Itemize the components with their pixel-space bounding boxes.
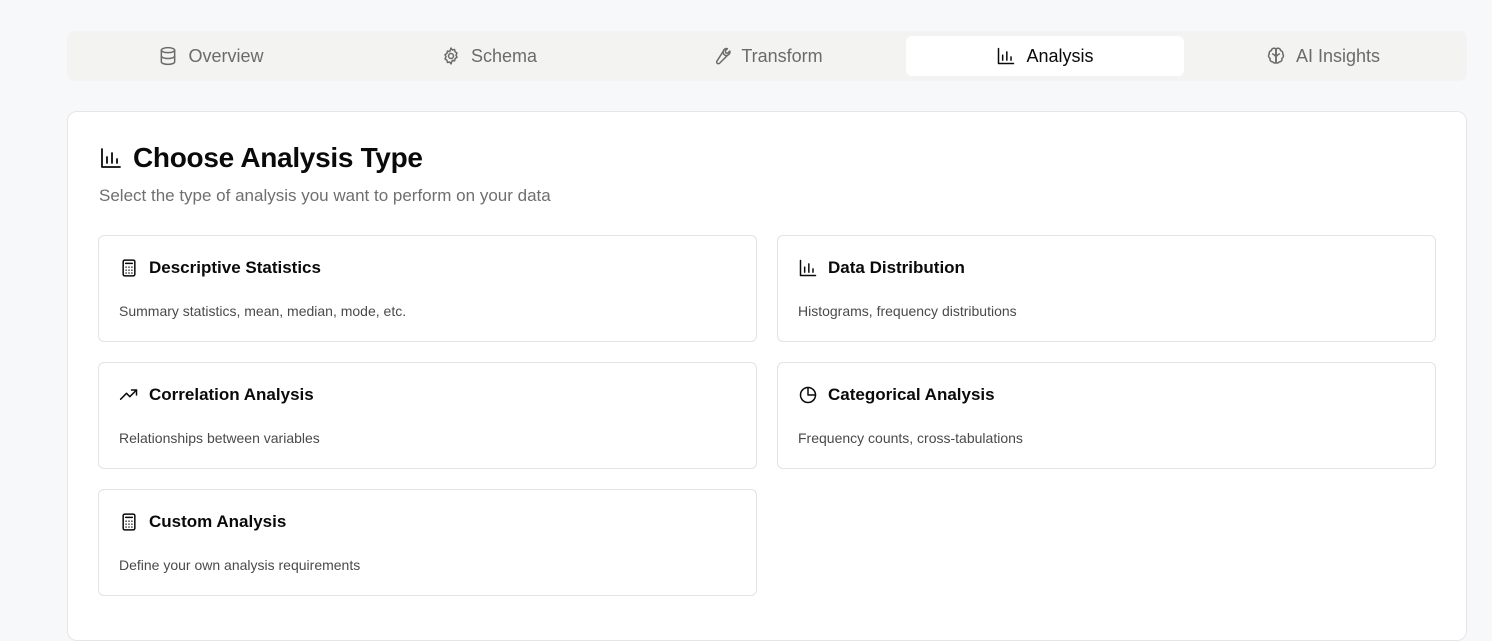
bar-chart-icon (101, 148, 121, 168)
tab-label: Schema (470, 45, 538, 66)
option-title: Categorical Analysis (828, 385, 995, 404)
analysis-panel: Choose Analysis Type Select the type of … (67, 111, 1467, 641)
tab-schema[interactable]: Schema (350, 36, 628, 76)
calculator-icon (122, 513, 136, 531)
option-description: Histograms, frequency distributions (798, 303, 1017, 319)
tab-label: Analysis (1026, 45, 1094, 66)
option-custom-analysis[interactable]: Custom Analysis Define your own analysis… (98, 489, 757, 596)
bar-chart-icon (799, 259, 817, 277)
page-subtitle: Select the type of analysis you want to … (99, 186, 551, 205)
tab-label: Transform (741, 45, 823, 66)
option-description: Define your own analysis requirements (119, 557, 361, 573)
tab-transform[interactable]: Transform (628, 36, 906, 76)
gear-icon (444, 47, 458, 65)
option-header: Data Distribution (798, 258, 965, 278)
option-header: Descriptive Statistics (119, 258, 321, 278)
panel-header: Choose Analysis Type Select the type of … (99, 142, 551, 206)
option-description: Relationships between variables (119, 430, 320, 446)
tab-ai-insights[interactable]: AI Insights (1184, 36, 1462, 76)
calculator-icon (122, 259, 136, 277)
option-descriptive-statistics[interactable]: Descriptive Statistics Summary statistic… (98, 235, 757, 342)
option-description: Frequency counts, cross-tabulations (798, 430, 1023, 446)
option-header: Correlation Analysis (119, 385, 314, 405)
tab-overview[interactable]: Overview (72, 36, 350, 76)
trending-up-icon (119, 389, 138, 400)
brain-icon (1267, 47, 1285, 64)
option-data-distribution[interactable]: Data Distribution Histograms, frequency … (777, 235, 1436, 342)
wrench-icon (716, 47, 731, 65)
bar-chart-icon (998, 47, 1015, 65)
tab-label: AI Insights (1295, 45, 1381, 66)
option-title: Data Distribution (828, 258, 965, 277)
option-title: Correlation Analysis (149, 385, 314, 404)
tab-bar: Overview Schema Transform Analysis AI In… (67, 31, 1467, 81)
option-categorical-analysis[interactable]: Categorical Analysis Frequency counts, c… (777, 362, 1436, 469)
option-header: Custom Analysis (119, 512, 286, 532)
option-header: Categorical Analysis (798, 385, 995, 405)
tab-label: Overview (188, 45, 264, 66)
pie-chart-icon (799, 386, 817, 404)
title-row: Choose Analysis Type (99, 142, 551, 174)
page-title: Choose Analysis Type (133, 142, 423, 173)
tab-analysis[interactable]: Analysis (906, 36, 1184, 76)
option-correlation-analysis[interactable]: Correlation Analysis Relationships betwe… (98, 362, 757, 469)
option-title: Descriptive Statistics (149, 258, 321, 277)
option-title: Custom Analysis (149, 512, 287, 531)
option-description: Summary statistics, mean, median, mode, … (119, 303, 407, 319)
database-icon (161, 46, 176, 66)
